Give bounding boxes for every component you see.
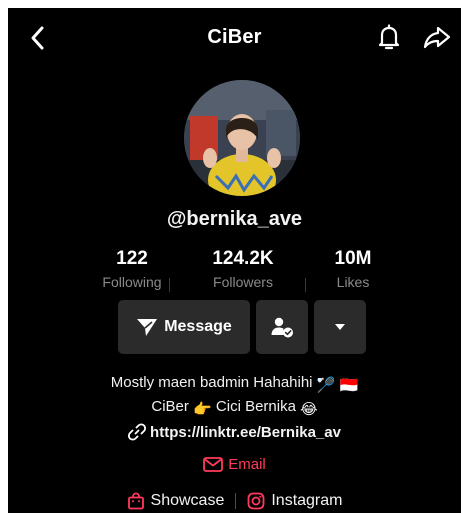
share-arrow-icon — [423, 26, 451, 49]
profile-screen: CiBer @bernika_ave 122 Following 124.2K … — [8, 8, 461, 513]
notification-button[interactable] — [374, 22, 404, 52]
showcase-label: Showcase — [150, 492, 225, 509]
email-button[interactable]: Email — [8, 454, 461, 474]
message-label: Message — [164, 318, 232, 335]
bio-text-2b: Cici Bernika — [215, 398, 296, 415]
shopping-bag-icon — [127, 492, 144, 510]
instagram-link[interactable]: Instagram — [247, 492, 342, 510]
likes-count: 10M — [334, 248, 372, 269]
profile-link[interactable]: https://linktr.ee/Bernika_av — [8, 422, 461, 442]
showcase-link[interactable]: Showcase — [127, 492, 225, 510]
following-stat[interactable]: 122 Following — [77, 248, 187, 290]
indonesia-flag-emoji: 🇮🇩 — [339, 377, 359, 394]
bio: Mostly maen badmin Hahahihi 🏸 🇮🇩 CiBer 👉… — [8, 372, 461, 420]
username: @bernika_ave — [166, 208, 303, 230]
likes-stat[interactable]: 10M Likes — [298, 248, 408, 290]
bio-line-1: Mostly maen badmin Hahahihi 🏸 🇮🇩 — [8, 372, 461, 396]
caret-down-icon — [335, 324, 345, 330]
instagram-label: Instagram — [271, 492, 343, 509]
likes-label: Likes — [336, 274, 370, 290]
stat-divider — [169, 278, 170, 292]
bell-icon — [378, 24, 400, 50]
followers-stat[interactable]: 124.2K Followers — [188, 248, 298, 290]
link-separator — [235, 493, 237, 509]
followers-count: 124.2K — [212, 248, 274, 269]
link-icon — [128, 423, 147, 441]
pointing-hand-emoji: 👉 — [193, 401, 212, 418]
instagram-icon — [247, 492, 265, 510]
more-options-button[interactable] — [314, 300, 366, 354]
bio-line-2: CiBer 👉 Cici Bernika 😂 — [8, 396, 461, 420]
top-bar: CiBer — [8, 8, 461, 66]
user-check-icon — [271, 317, 293, 338]
mail-icon — [203, 456, 224, 472]
bio-text-1: Mostly maen badmin Hahahihi — [110, 374, 313, 391]
share-button[interactable] — [422, 22, 452, 52]
profile-photo — [184, 80, 300, 196]
avatar[interactable] — [184, 80, 300, 196]
following-label: Following — [102, 274, 162, 290]
badminton-emoji: 🏸 — [316, 377, 336, 394]
send-arrow-icon — [137, 319, 158, 336]
following-toggle-button[interactable] — [256, 300, 308, 354]
profile-link-url: https://linktr.ee/Bernika_av — [150, 423, 341, 441]
email-label: Email — [228, 455, 266, 473]
message-button[interactable]: Message — [118, 300, 250, 354]
laughing-emoji: 😂 — [300, 401, 318, 418]
following-count: 122 — [116, 248, 148, 269]
bio-text-2a: CiBer — [151, 398, 189, 415]
followers-label: Followers — [213, 274, 273, 290]
bottom-links: Showcase Instagram — [8, 490, 461, 512]
